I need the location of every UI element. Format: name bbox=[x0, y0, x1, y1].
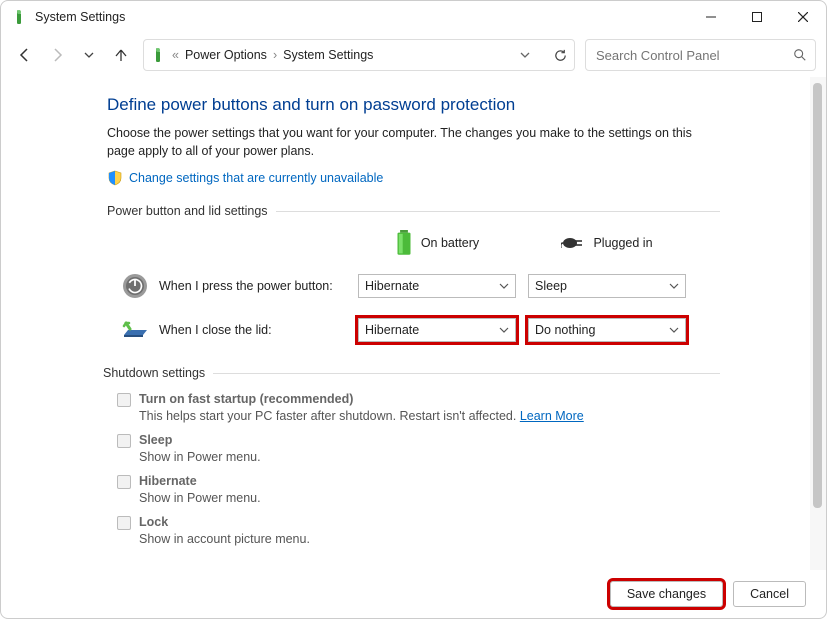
breadcrumb-back-chevron: « bbox=[172, 48, 179, 62]
sleep-description: Show in Power menu. bbox=[139, 450, 720, 464]
select-lid-battery[interactable]: Hibernate bbox=[358, 318, 516, 342]
checkbox-hibernate: Hibernate bbox=[117, 474, 720, 489]
change-settings-row: Change settings that are currently unava… bbox=[107, 170, 720, 186]
lock-description: Show in account picture menu. bbox=[139, 532, 720, 546]
select-value: Hibernate bbox=[365, 323, 419, 337]
search-input[interactable] bbox=[594, 47, 793, 64]
scrollbar[interactable] bbox=[810, 77, 826, 570]
checkbox-input[interactable] bbox=[117, 516, 131, 530]
col-plugged-label: Plugged in bbox=[593, 236, 652, 250]
content-scroll: Define power buttons and turn on passwor… bbox=[1, 77, 810, 570]
checkbox-input[interactable] bbox=[117, 475, 131, 489]
shield-icon bbox=[107, 170, 123, 186]
checkbox-fast-startup: Turn on fast startup (recommended) bbox=[117, 392, 720, 407]
window-title: System Settings bbox=[35, 10, 125, 24]
window: System Settings « Power Options › System… bbox=[0, 0, 827, 619]
app-icon bbox=[11, 9, 27, 25]
up-button[interactable] bbox=[107, 41, 135, 69]
row-close-lid: When I close the lid: bbox=[121, 316, 346, 344]
chevron-down-icon bbox=[669, 325, 679, 335]
save-changes-button[interactable]: Save changes bbox=[610, 581, 723, 607]
maximize-button[interactable] bbox=[734, 1, 780, 33]
power-button-icon bbox=[121, 272, 149, 300]
row-close-lid-label: When I close the lid: bbox=[159, 323, 272, 337]
chevron-right-icon: › bbox=[273, 48, 277, 62]
titlebar: System Settings bbox=[1, 1, 826, 33]
checkbox-lock: Lock bbox=[117, 515, 720, 530]
checkbox-label: Lock bbox=[139, 515, 168, 530]
col-battery-label: On battery bbox=[421, 236, 479, 250]
cancel-button[interactable]: Cancel bbox=[733, 581, 806, 607]
checkbox-label: Turn on fast startup (recommended) bbox=[139, 392, 353, 407]
select-value: Do nothing bbox=[535, 323, 595, 337]
minimize-button[interactable] bbox=[688, 1, 734, 33]
recent-dropdown[interactable] bbox=[75, 41, 103, 69]
page-description: Choose the power settings that you want … bbox=[107, 125, 720, 160]
checkbox-sleep: Sleep bbox=[117, 433, 720, 448]
select-value: Hibernate bbox=[365, 279, 419, 293]
search-icon bbox=[793, 48, 807, 62]
shutdown-settings: Turn on fast startup (recommended) This … bbox=[117, 392, 720, 546]
breadcrumb-item-power-options[interactable]: Power Options bbox=[185, 48, 267, 62]
breadcrumb-item-system-settings[interactable]: System Settings bbox=[283, 48, 373, 62]
checkbox-input[interactable] bbox=[117, 393, 131, 407]
fast-startup-description: This helps start your PC faster after sh… bbox=[139, 409, 720, 423]
power-section-title: Power button and lid settings bbox=[107, 204, 268, 218]
checkbox-label: Hibernate bbox=[139, 474, 197, 489]
select-power-button-battery[interactable]: Hibernate bbox=[358, 274, 516, 298]
change-settings-link[interactable]: Change settings that are currently unava… bbox=[129, 171, 383, 185]
footer: Save changes Cancel bbox=[1, 570, 826, 618]
shutdown-section-title: Shutdown settings bbox=[103, 366, 205, 380]
toolbar: « Power Options › System Settings bbox=[1, 33, 826, 77]
select-value: Sleep bbox=[535, 279, 567, 293]
row-power-button: When I press the power button: bbox=[121, 272, 346, 300]
address-bar[interactable]: « Power Options › System Settings bbox=[143, 39, 575, 71]
chevron-down-icon bbox=[669, 281, 679, 291]
lid-icon bbox=[121, 316, 149, 344]
content-area: Define power buttons and turn on passwor… bbox=[1, 77, 826, 570]
breadcrumb-root-icon bbox=[150, 47, 166, 63]
close-button[interactable] bbox=[780, 1, 826, 33]
address-dropdown-icon[interactable] bbox=[519, 49, 531, 61]
select-lid-plugged[interactable]: Do nothing bbox=[528, 318, 686, 342]
battery-icon bbox=[395, 230, 413, 256]
row-power-button-label: When I press the power button: bbox=[159, 279, 333, 293]
select-power-button-plugged[interactable]: Sleep bbox=[528, 274, 686, 298]
checkbox-input[interactable] bbox=[117, 434, 131, 448]
divider bbox=[276, 211, 720, 212]
refresh-button[interactable] bbox=[553, 48, 568, 63]
chevron-down-icon bbox=[499, 281, 509, 291]
hibernate-description: Show in Power menu. bbox=[139, 491, 720, 505]
chevron-down-icon bbox=[499, 325, 509, 335]
forward-button[interactable] bbox=[43, 41, 71, 69]
power-section-label: Power button and lid settings bbox=[107, 204, 720, 218]
col-header-battery: On battery bbox=[358, 230, 516, 256]
learn-more-link[interactable]: Learn More bbox=[520, 409, 584, 423]
back-button[interactable] bbox=[11, 41, 39, 69]
scrollbar-thumb[interactable] bbox=[813, 83, 822, 508]
plug-icon bbox=[561, 236, 585, 250]
power-grid: On battery Plugged in When I press the p… bbox=[107, 230, 720, 344]
search-box[interactable] bbox=[585, 39, 816, 71]
page-heading: Define power buttons and turn on passwor… bbox=[107, 95, 720, 115]
checkbox-label: Sleep bbox=[139, 433, 172, 448]
window-buttons bbox=[688, 1, 826, 33]
shutdown-section-label: Shutdown settings bbox=[103, 366, 720, 380]
col-header-plugged: Plugged in bbox=[528, 236, 686, 250]
divider bbox=[213, 373, 720, 374]
